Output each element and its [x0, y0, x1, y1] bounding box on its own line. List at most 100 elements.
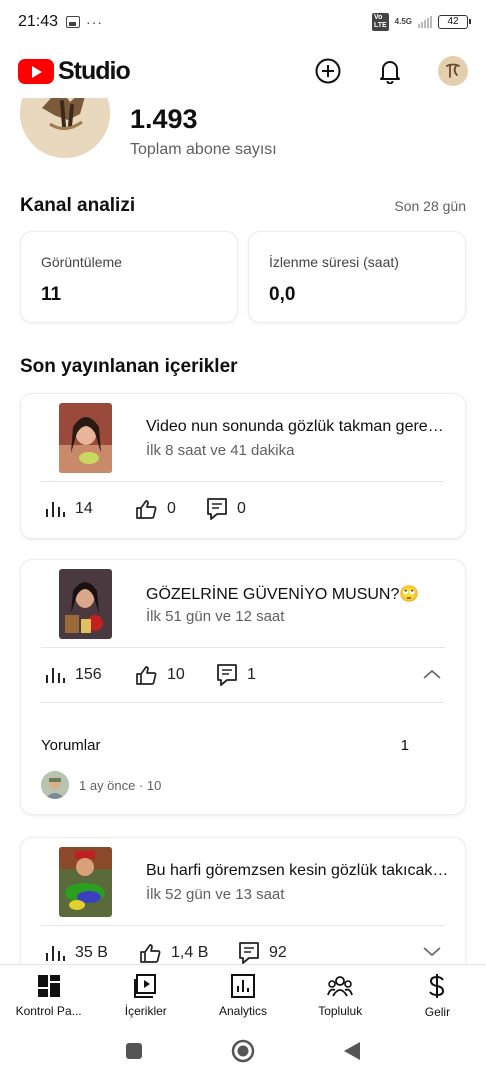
volte-icon: Vo LTE [371, 13, 389, 31]
comments-metric: 1 [217, 664, 256, 686]
content-icon [133, 973, 156, 998]
bottom-navigation: Kontrol Pa... İçerikler Analytics Toplul… [0, 964, 486, 1026]
battery-icon: 42 [438, 15, 471, 29]
thumbs-up-icon [136, 666, 157, 685]
app-bar: Studio [0, 44, 486, 98]
comments-count: 1 [247, 666, 256, 683]
signal-icon [418, 16, 432, 28]
nav-label: Analytics [218, 1003, 268, 1018]
views-card[interactable]: Görüntüleme 11 [20, 231, 238, 323]
video-thumbnail[interactable] [59, 569, 112, 639]
account-avatar[interactable] [438, 56, 468, 86]
studio-wordmark: Studio [58, 56, 131, 85]
status-bar: 21:43 ··· Vo LTE 4.5G 42 [0, 0, 486, 44]
comments-summary[interactable]: Yorumlar 1 [41, 737, 409, 754]
likes-count: 10 [167, 666, 185, 683]
nav-dashboard[interactable]: Kontrol Pa... [0, 965, 97, 1026]
views-metric: 156 [45, 666, 135, 684]
views-count: 156 [75, 666, 102, 683]
recent-content-header: Son yayınlanan içerikler [20, 356, 466, 378]
video-title[interactable]: Video nun sonunda gözlük takman gerekebi… [146, 418, 451, 436]
views-bar-icon [46, 502, 65, 517]
comment-icon [239, 942, 259, 964]
divider [41, 702, 445, 703]
watch-time-value: 0,0 [269, 284, 296, 305]
comment-meta: 1 ay önce · 10 [79, 777, 162, 793]
views-bar-icon [46, 946, 65, 961]
video-card[interactable]: Bu harfi göremzsen kesin gözlük takıcaks… [20, 837, 466, 964]
nav-community[interactable]: Topluluk [292, 965, 389, 1026]
comment-icon [217, 664, 237, 686]
dashboard-icon [37, 974, 60, 997]
comments-metric: 92 [239, 942, 287, 964]
nav-analytics[interactable]: Analytics [194, 965, 291, 1026]
commenter-avatar [41, 771, 69, 799]
video-row[interactable]: GÖZELRİNE GÜVENİYO MUSUN?🙄 İlk 51 gün ve… [21, 560, 465, 647]
thumbs-up-icon [140, 944, 161, 963]
recent-apps-icon[interactable] [125, 1042, 143, 1065]
period-label: Son 28 gün [394, 198, 466, 214]
subscriber-count: 1.493 [130, 104, 198, 134]
back-icon[interactable] [343, 1041, 361, 1066]
notifications-icon[interactable] [376, 57, 404, 85]
chevron-down-icon[interactable] [423, 944, 441, 962]
views-count: 14 [75, 500, 93, 517]
latest-comment[interactable]: 1 ay önce · 10 [41, 771, 161, 799]
network-type: 4.5G [394, 17, 412, 26]
video-thumbnail[interactable] [59, 847, 112, 917]
community-icon [327, 975, 354, 996]
video-metrics: 35 B 1,4 B 92 [21, 923, 465, 964]
comments-count: 0 [237, 500, 246, 517]
video-row[interactable]: Bu harfi göremzsen kesin gözlük takıcaks… [21, 838, 465, 925]
more-notifications-icon: ··· [86, 14, 104, 30]
video-thumbnail[interactable] [59, 403, 112, 473]
likes-count: 0 [167, 500, 176, 517]
video-age: İlk 51 gün ve 12 saat [146, 608, 285, 625]
video-metrics: 156 10 1 [21, 645, 465, 705]
views-metric: 35 B [45, 944, 139, 962]
video-row[interactable]: Video nun sonunda gözlük takman gerekebi… [21, 394, 465, 481]
watch-time-card[interactable]: İzlenme süresi (saat) 0,0 [248, 231, 466, 323]
views-count: 35 B [75, 944, 108, 961]
youtube-logo-icon [18, 58, 54, 84]
section-title: Son yayınlanan içerikler [20, 356, 238, 377]
likes-metric: 1,4 B [139, 943, 239, 963]
create-icon[interactable] [314, 57, 342, 85]
comments-metric: 0 [207, 498, 246, 520]
youtube-studio-logo[interactable]: Studio [18, 56, 131, 86]
video-age: İlk 52 gün ve 13 saat [146, 886, 285, 903]
video-title[interactable]: GÖZELRİNE GÜVENİYO MUSUN?🙄 [146, 584, 451, 604]
comments-total: 1 [400, 737, 409, 754]
earn-icon [429, 973, 445, 998]
channel-analytics-header: Kanal analizi Son 28 gün [20, 195, 466, 217]
video-age: İlk 8 saat ve 41 dakika [146, 442, 295, 459]
nav-content[interactable]: İçerikler [97, 965, 194, 1026]
gallery-notification-icon [66, 16, 81, 28]
likes-count: 1,4 B [171, 944, 209, 961]
views-value: 11 [41, 284, 62, 305]
views-bar-icon [46, 668, 65, 683]
system-navigation [0, 1026, 486, 1080]
comments-count: 92 [269, 944, 287, 961]
subscriber-label: Toplam abone sayısı [130, 141, 277, 158]
nav-label: Kontrol Pa... [15, 1003, 82, 1018]
views-label: Görüntüleme [41, 254, 122, 270]
views-metric: 14 [45, 500, 135, 518]
chevron-up-icon[interactable] [423, 666, 441, 684]
analytics-icon [231, 973, 255, 998]
video-card[interactable]: Video nun sonunda gözlük takman gerekebi… [20, 393, 466, 539]
likes-metric: 0 [135, 499, 207, 519]
nav-label: Topluluk [318, 1003, 363, 1018]
home-icon[interactable] [231, 1039, 255, 1068]
status-time: 21:43 [18, 13, 59, 30]
channel-avatar[interactable] [20, 98, 110, 158]
video-title[interactable]: Bu harfi göremzsen kesin gözlük takıcaks… [146, 862, 451, 880]
nav-label: İçerikler [124, 1003, 167, 1018]
nav-label: Gelir [424, 1004, 451, 1019]
thumbs-up-icon [136, 500, 157, 519]
dashboard-content[interactable]: 1.493 Toplam abone sayısı Kanal analizi … [0, 98, 486, 964]
nav-earn[interactable]: Gelir [389, 965, 486, 1026]
watch-time-label: İzlenme süresi (saat) [269, 254, 399, 270]
video-card[interactable]: GÖZELRİNE GÜVENİYO MUSUN?🙄 İlk 51 gün ve… [20, 559, 466, 815]
likes-metric: 10 [135, 665, 217, 685]
